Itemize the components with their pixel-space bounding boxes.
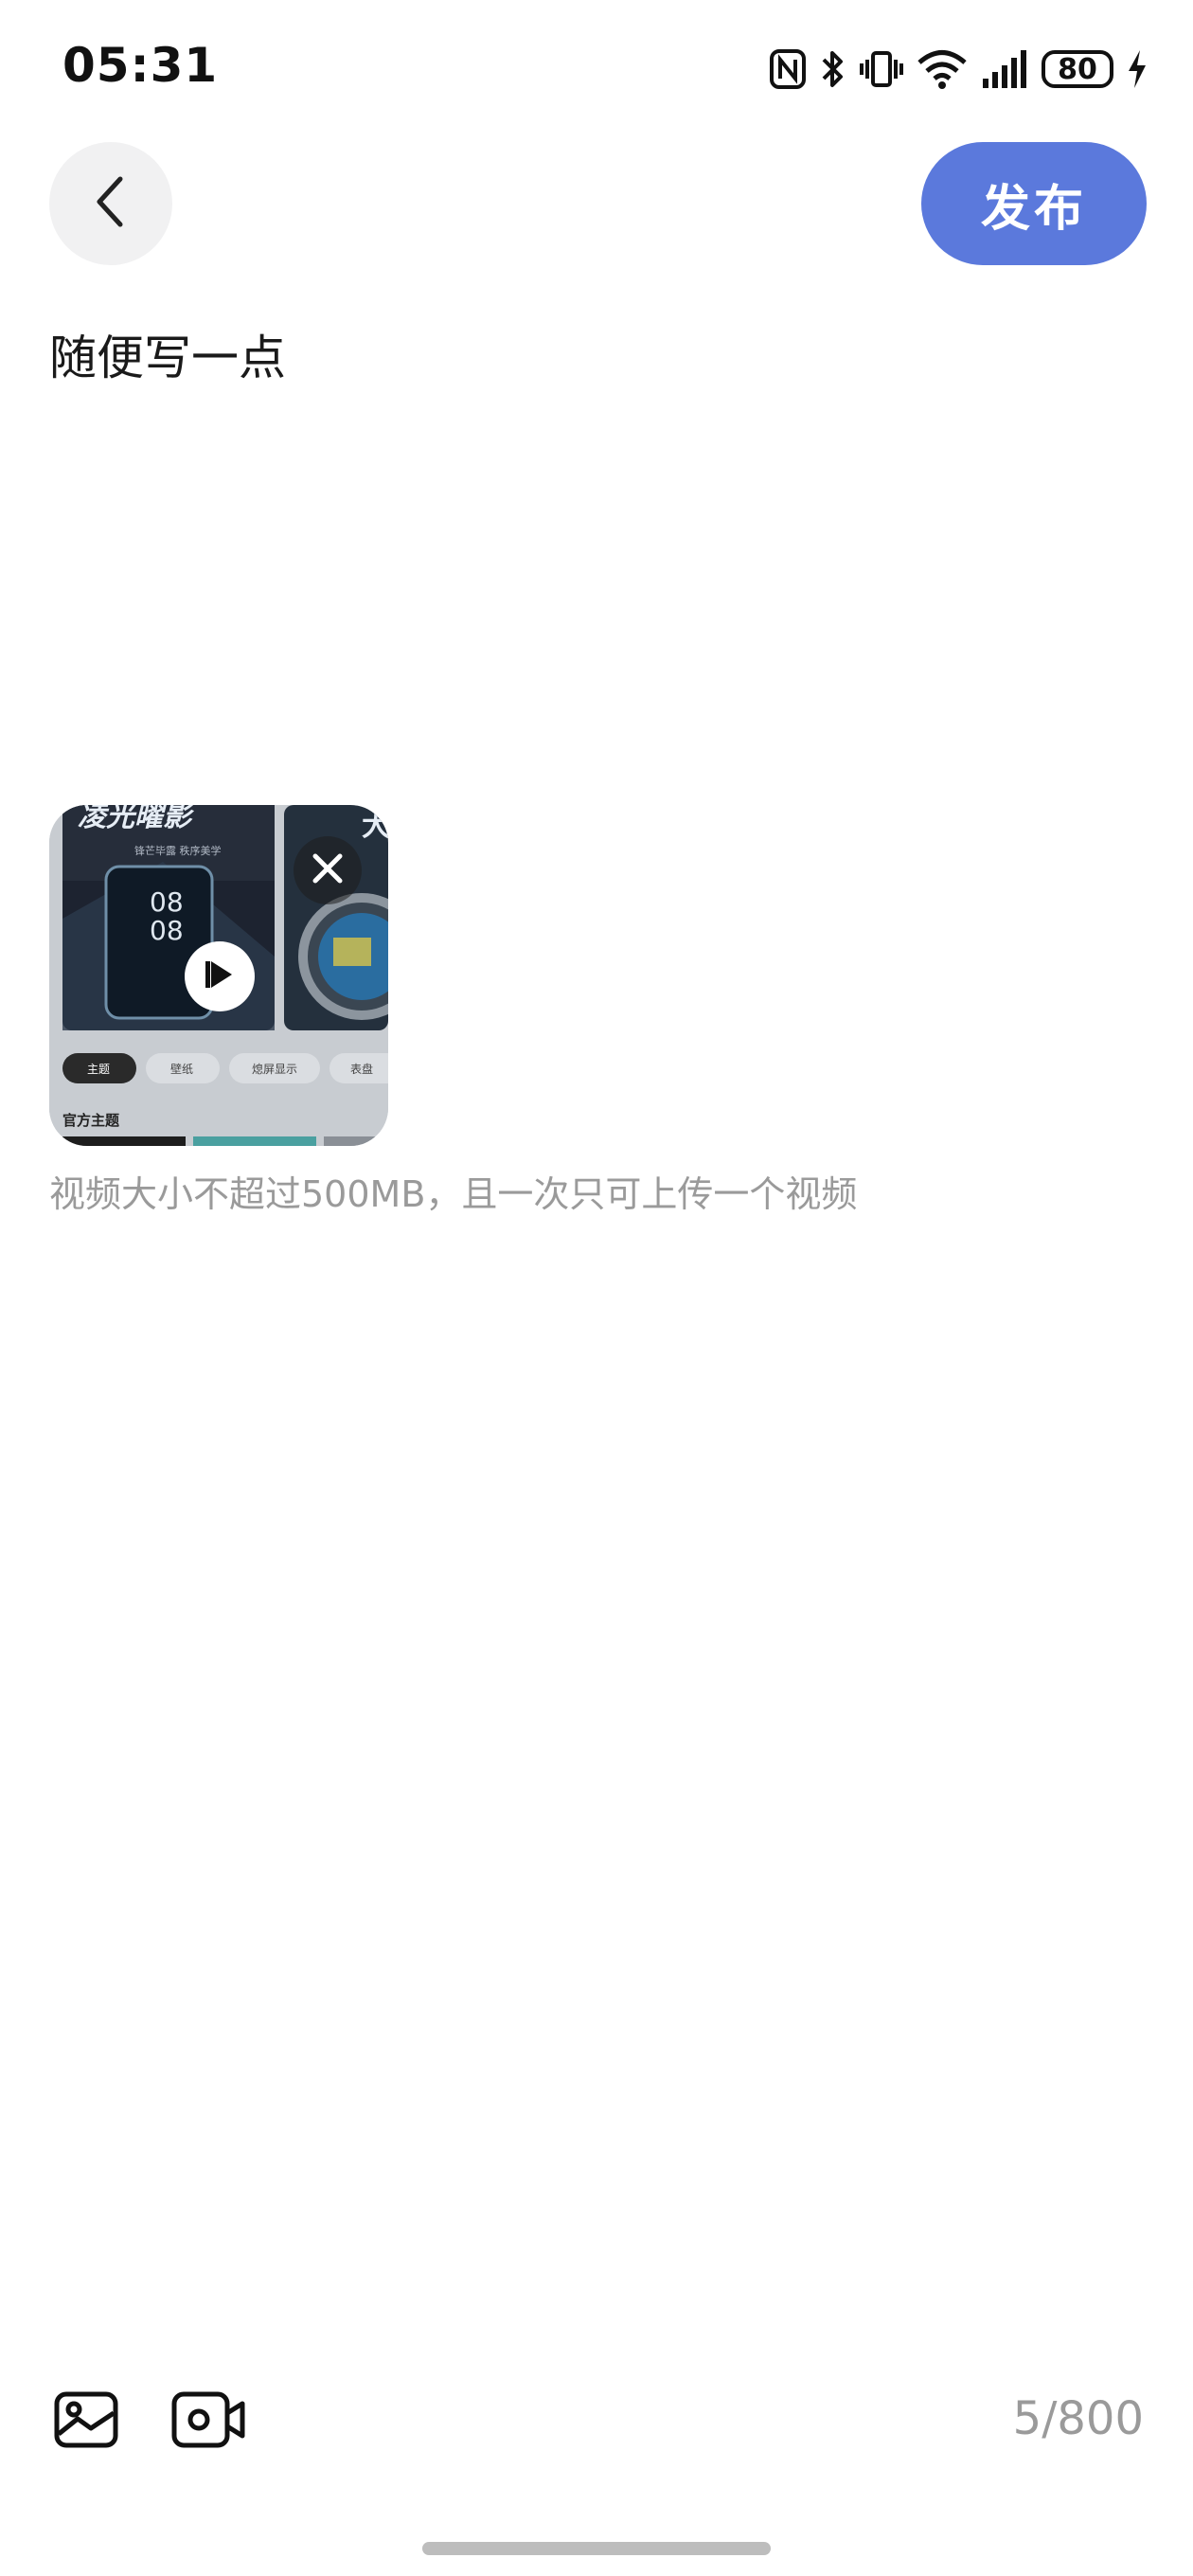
video-camera-icon — [170, 2391, 246, 2453]
thumb-clock-bottom: 08 — [150, 915, 184, 946]
thumb-chip-watch: 表盘 — [350, 1062, 373, 1076]
thumb-clock-top: 08 — [150, 886, 184, 918]
publish-button[interactable]: 发布 — [921, 142, 1147, 265]
battery-indicator: 80 — [1042, 50, 1113, 88]
status-time: 05:31 — [62, 38, 219, 93]
signal-icon — [981, 48, 1028, 90]
thumb-chip-theme: 主题 — [87, 1063, 110, 1076]
post-text-input[interactable]: 随便写一点 — [49, 320, 286, 388]
thumb-chip-aod: 熄屏显示 — [252, 1063, 297, 1076]
thumb-section-title: 官方主题 — [62, 1112, 120, 1129]
charging-icon — [1127, 48, 1148, 90]
add-image-button[interactable] — [53, 2390, 119, 2453]
add-video-button[interactable] — [170, 2390, 246, 2453]
wifi-icon — [917, 48, 968, 90]
remove-video-button[interactable] — [294, 836, 362, 904]
vibrate-icon — [860, 48, 903, 90]
nfc-icon — [769, 48, 807, 90]
status-icons: 80 — [769, 44, 1148, 95]
back-button[interactable] — [49, 142, 172, 265]
play-button[interactable] — [185, 941, 255, 1011]
character-counter: 5/800 — [1012, 2392, 1144, 2445]
thumb-banner-right: 大 — [362, 810, 388, 843]
thumb-banner-left: 凌光曜影 — [78, 805, 196, 833]
image-icon — [53, 2391, 119, 2453]
thumb-chip-wallpaper: 壁纸 — [170, 1062, 193, 1076]
thumb-banner-sub: 锋芒毕露 秩序美学 — [134, 844, 222, 857]
close-icon — [312, 852, 344, 888]
status-bar: 05:31 80 — [0, 0, 1193, 133]
play-icon — [204, 957, 236, 995]
back-icon — [92, 173, 130, 234]
home-indicator[interactable] — [422, 2542, 771, 2555]
bluetooth-icon — [820, 48, 846, 90]
upload-hint: 视频大小不超过500MB，且一次只可上传一个视频 — [49, 1173, 858, 1215]
